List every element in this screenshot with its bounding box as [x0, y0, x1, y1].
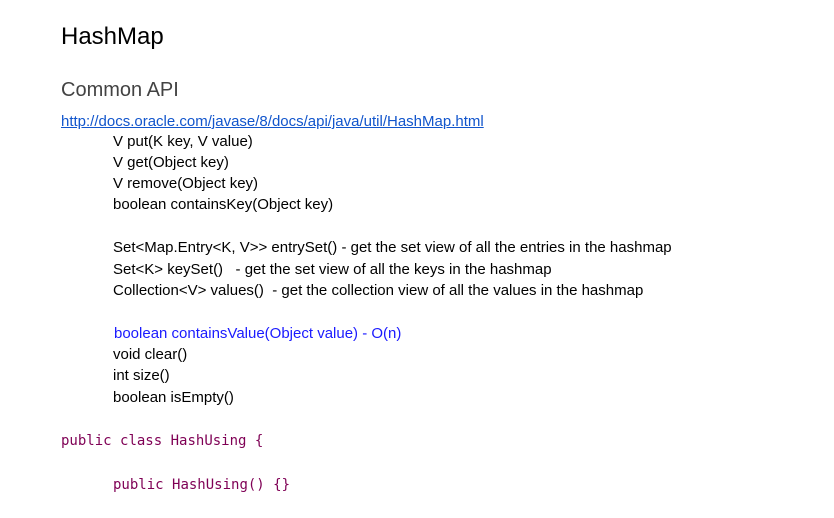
api-line-isempty: boolean isEmpty(): [113, 389, 234, 406]
code-line-constructor: public HashUsing() {}: [113, 475, 290, 495]
code-class-name: HashUsing: [170, 433, 247, 449]
api-line-entryset: Set<Map.Entry<K, V>> entrySet() - get th…: [113, 239, 672, 256]
code-keyword-class: class: [120, 433, 163, 449]
code-keyword-public: public: [61, 433, 112, 449]
page-title: HashMap: [61, 23, 164, 50]
api-line-put: V put(K key, V value): [113, 133, 253, 150]
api-line-size: int size(): [113, 367, 170, 384]
api-line-containsvalue: boolean containsValue(Object value) - O(…: [114, 325, 402, 342]
code-open-brace: {: [254, 433, 264, 449]
api-line-containskey: boolean containsKey(Object key): [113, 196, 334, 213]
code-empty-body: {}: [273, 477, 291, 493]
api-line-values: Collection<V> values() - get the collect…: [113, 282, 644, 299]
code-keyword-public: public: [113, 477, 164, 493]
api-line-remove: V remove(Object key): [113, 175, 259, 192]
api-line-get: V get(Object key): [113, 154, 229, 171]
section-heading: Common API: [61, 79, 179, 101]
api-docs-link[interactable]: http://docs.oracle.com/javase/8/docs/api…: [61, 112, 484, 132]
code-line-class-declaration: public class HashUsing {: [61, 431, 263, 451]
api-line-clear: void clear(): [113, 346, 188, 363]
code-constructor-name: HashUsing(): [172, 477, 265, 493]
api-line-keyset: Set<K> keySet() - get the set view of al…: [113, 261, 552, 278]
